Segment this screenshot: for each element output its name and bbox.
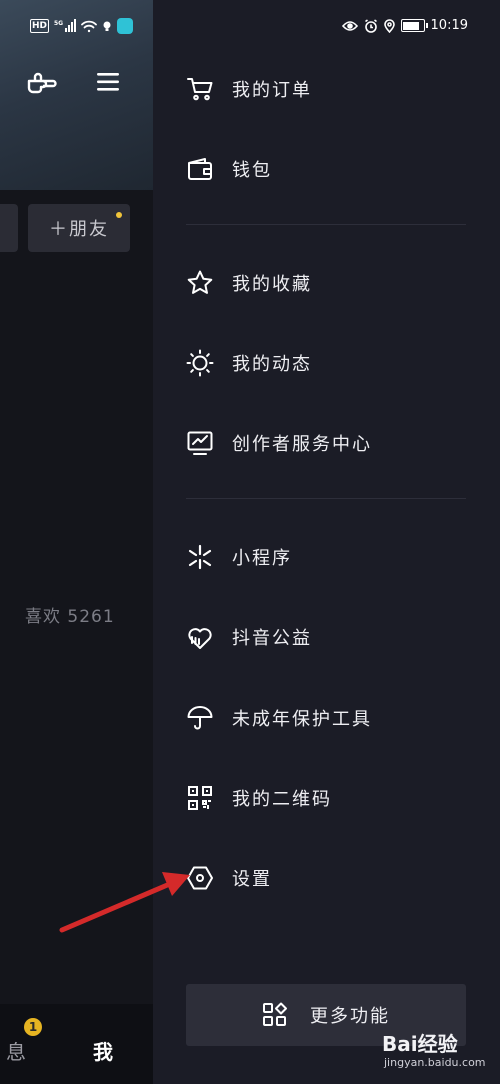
drawer-item-orders[interactable]: 我的订单	[153, 61, 500, 117]
umbrella-icon	[186, 704, 214, 732]
hamburger-menu-icon[interactable]	[96, 71, 120, 93]
heart-hand-icon	[186, 623, 214, 651]
sun-icon	[186, 349, 214, 377]
cart-icon	[186, 75, 214, 103]
notification-icon	[102, 20, 112, 32]
hd-indicator: HD	[30, 19, 50, 33]
message-badge: 1	[24, 1018, 42, 1036]
clock-time: 10:19	[430, 18, 468, 33]
likes-count: 喜欢 5261	[25, 607, 115, 627]
app-notification-icon	[117, 18, 134, 34]
chart-monitor-icon	[186, 429, 214, 457]
background-profile-page: ＋朋友 喜欢 5261 息 1 我	[0, 0, 153, 1084]
notification-dot	[116, 212, 122, 218]
divider	[186, 498, 466, 499]
drawer-item-settings[interactable]: 设置	[153, 850, 500, 906]
drawer-item-label: 我的二维码	[232, 789, 332, 810]
drawer-item-label: 钱包	[232, 160, 272, 181]
asterisk-icon	[186, 543, 214, 571]
eye-icon	[341, 20, 358, 32]
wallet-icon	[186, 155, 214, 183]
battery-icon	[400, 19, 428, 32]
bottom-tab-bar: 息 1 我	[0, 1004, 153, 1084]
add-friend-label: ＋朋友	[49, 219, 109, 240]
svg-text:5G: 5G	[54, 20, 63, 27]
signal-icon: 5G	[54, 19, 77, 33]
qr-code-icon	[186, 784, 214, 812]
more-features-label: 更多功能	[310, 1006, 390, 1027]
drawer-item-minor-protection[interactable]: 未成年保护工具	[153, 690, 500, 746]
status-bar: HD 5G 10:19	[0, 0, 500, 56]
drawer-item-label: 我的收藏	[232, 274, 312, 295]
drawer-item-label: 创作者服务中心	[232, 434, 372, 455]
drawer-item-favorites[interactable]: 我的收藏	[153, 255, 500, 311]
drawer-item-label: 我的订单	[232, 80, 312, 101]
side-drawer: 我的订单 钱包 我的收藏 我的动态 创作者服务中心 小程序 抖音公益 未成年保护…	[153, 0, 500, 1084]
drawer-item-mini-programs[interactable]: 小程序	[153, 529, 500, 585]
tab-message[interactable]: 息	[6, 1036, 26, 1065]
tab-me[interactable]: 我	[93, 1036, 113, 1065]
pointing-hand-icon[interactable]	[25, 67, 59, 101]
drawer-item-label: 抖音公益	[232, 628, 312, 649]
drawer-item-creator-center[interactable]: 创作者服务中心	[153, 415, 500, 471]
drawer-item-activity[interactable]: 我的动态	[153, 335, 500, 391]
drawer-item-wallet[interactable]: 钱包	[153, 141, 500, 197]
add-friend-button[interactable]: ＋朋友	[28, 204, 130, 252]
grid-shapes-icon	[262, 1002, 288, 1028]
drawer-item-charity[interactable]: 抖音公益	[153, 609, 500, 665]
star-icon	[186, 269, 214, 297]
drawer-item-label: 未成年保护工具	[232, 709, 372, 730]
drawer-item-label: 小程序	[232, 548, 292, 569]
drawer-item-qr-code[interactable]: 我的二维码	[153, 770, 500, 826]
alarm-icon	[364, 18, 378, 33]
drawer-item-label: 设置	[232, 869, 272, 890]
baidu-watermark-url: jingyan.baidu.com	[384, 1056, 486, 1069]
location-icon	[383, 18, 395, 33]
settings-hex-icon	[186, 864, 214, 892]
edit-profile-button[interactable]	[0, 204, 18, 252]
drawer-item-label: 我的动态	[232, 354, 312, 375]
wifi-icon	[81, 20, 97, 33]
baidu-watermark-logo: Bai经验	[382, 1032, 458, 1056]
divider	[186, 224, 466, 225]
